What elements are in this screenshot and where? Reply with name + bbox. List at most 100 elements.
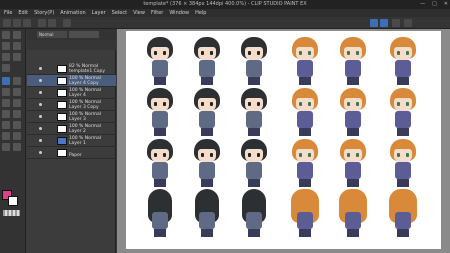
menu-filter[interactable]: Filter xyxy=(151,9,163,17)
eye-icon[interactable] xyxy=(39,139,42,142)
operation-tool-icon[interactable] xyxy=(2,42,10,50)
lasso-tool-icon[interactable] xyxy=(13,53,21,61)
layer-name: Layer 4 Copy xyxy=(69,81,99,86)
eye-icon[interactable] xyxy=(39,67,42,70)
layer-row[interactable]: 100 % Normal Layer 4 xyxy=(27,87,116,99)
snap-grid-icon[interactable] xyxy=(392,19,400,27)
eyedropper-tool-icon[interactable] xyxy=(2,64,10,72)
layer-thumbnail xyxy=(57,149,67,157)
sprite-girl-left-1 xyxy=(286,88,324,138)
layer-row[interactable]: 100 % Normal Layer 3 Copy xyxy=(27,99,116,111)
blend-mode-select[interactable]: Normal xyxy=(37,31,67,38)
ruler-tool-icon[interactable] xyxy=(2,132,10,140)
menu-file[interactable]: File xyxy=(4,9,12,17)
sprite-boy-front-1 xyxy=(141,37,179,87)
brush-tool-icon[interactable] xyxy=(2,88,10,96)
sprite-boy-front-2 xyxy=(188,37,226,87)
eye-icon[interactable] xyxy=(39,91,42,94)
menu-select[interactable]: Select xyxy=(112,9,127,17)
layer-panel: Normal 82 % Normal template1 Copy 100 % … xyxy=(27,29,116,253)
sprite-boy-back-2 xyxy=(188,189,226,239)
snap-ruler-icon[interactable] xyxy=(370,19,378,27)
eye-icon[interactable] xyxy=(39,115,42,118)
balloon-tool-icon[interactable] xyxy=(2,143,10,151)
layer-name: Layer 1 xyxy=(69,141,86,146)
layer-row[interactable]: 82 % Normal template1 Copy xyxy=(27,63,116,75)
sprite-girl-right-2 xyxy=(334,139,372,189)
sprite-girl-right-3 xyxy=(384,139,422,189)
sprite-girl-back-2 xyxy=(334,189,372,239)
layer-row[interactable]: 100 % Normal Layer 4 Copy xyxy=(27,75,116,87)
layer-row[interactable]: Paper xyxy=(27,147,116,159)
sprite-girl-front-2 xyxy=(334,37,372,87)
menu-edit[interactable]: Edit xyxy=(18,9,28,17)
sprite-boy-right-1 xyxy=(141,139,179,189)
window-controls: — □ ✕ xyxy=(420,0,448,9)
airbrush-tool-icon[interactable] xyxy=(13,88,21,96)
gradient-tool-icon[interactable] xyxy=(13,110,21,118)
save-icon[interactable] xyxy=(23,19,31,27)
sprite-girl-right-1 xyxy=(286,139,324,189)
clear-icon[interactable] xyxy=(63,19,71,27)
figure-tool-icon[interactable] xyxy=(2,121,10,129)
layer-name: Layer 2 xyxy=(69,129,86,134)
layer-row[interactable]: 100 % Normal Layer 2 xyxy=(27,123,116,135)
eye-icon[interactable] xyxy=(39,79,42,82)
settings-icon[interactable] xyxy=(404,19,412,27)
minimize-icon[interactable]: — xyxy=(420,0,425,9)
transparent-color-swatch[interactable] xyxy=(3,210,20,216)
open-file-icon[interactable] xyxy=(13,19,21,27)
menu-bar: File Edit Story(P) Animation Layer Selec… xyxy=(0,9,450,17)
opacity-slider[interactable] xyxy=(69,31,99,38)
correct-line-tool-icon[interactable] xyxy=(13,143,21,151)
layer-panel-header: Normal xyxy=(27,29,116,40)
undo-icon[interactable] xyxy=(38,19,46,27)
redo-icon[interactable] xyxy=(48,19,56,27)
sprite-boy-left-1 xyxy=(141,88,179,138)
layer-name: Layer 4 xyxy=(69,93,86,98)
layer-thumbnail xyxy=(57,137,67,145)
new-file-icon[interactable] xyxy=(3,19,11,27)
zoom-tool-icon[interactable] xyxy=(2,31,10,39)
sprite-girl-front-1 xyxy=(286,37,324,87)
menu-window[interactable]: Window xyxy=(169,9,189,17)
layer-row[interactable]: 100 % Normal Layer 1 xyxy=(27,135,116,147)
canvas-area[interactable] xyxy=(117,29,450,253)
layer-name: Layer 3 Copy xyxy=(69,105,99,110)
eye-icon[interactable] xyxy=(39,103,42,106)
text-tool-icon[interactable] xyxy=(13,132,21,140)
fill-tool-icon[interactable] xyxy=(2,110,10,118)
window-title: template* (376 × 384px 144dpi 400.0%) - … xyxy=(143,1,307,7)
frame-tool-icon[interactable] xyxy=(13,121,21,129)
command-bar xyxy=(0,17,450,29)
sprite-boy-right-3 xyxy=(235,139,273,189)
sprite-boy-back-1 xyxy=(141,189,179,239)
menu-help[interactable]: Help xyxy=(195,9,206,17)
move-tool-icon[interactable] xyxy=(13,31,21,39)
selection-tool-icon[interactable] xyxy=(2,53,10,61)
move-layer-tool-icon[interactable] xyxy=(13,42,21,50)
sprite-boy-right-2 xyxy=(188,139,226,189)
sprite-girl-left-2 xyxy=(334,88,372,138)
blend-tool-icon[interactable] xyxy=(13,99,21,107)
drawing-canvas[interactable] xyxy=(126,31,441,249)
pencil-tool-icon[interactable] xyxy=(13,77,21,85)
eye-icon[interactable] xyxy=(39,151,42,154)
snap-guide-icon[interactable] xyxy=(380,19,388,27)
menu-view[interactable]: View xyxy=(133,9,145,17)
eye-icon[interactable] xyxy=(39,127,42,130)
menu-story[interactable]: Story(P) xyxy=(34,9,54,17)
close-icon[interactable]: ✕ xyxy=(444,0,448,9)
eraser-tool-icon[interactable] xyxy=(2,99,10,107)
sub-color-swatch[interactable] xyxy=(8,196,18,206)
maximize-icon[interactable]: □ xyxy=(432,0,437,9)
layer-thumbnail xyxy=(57,89,67,97)
menu-layer[interactable]: Layer xyxy=(92,9,106,17)
clip-studio-window: template* (376 × 384px 144dpi 400.0%) - … xyxy=(0,0,450,253)
sprite-girl-back-1 xyxy=(286,189,324,239)
pen-tool-icon[interactable] xyxy=(2,77,10,85)
layer-row[interactable]: 100 % Normal Layer 3 xyxy=(27,111,116,123)
menu-animation[interactable]: Animation xyxy=(60,9,86,17)
sprite-boy-left-3 xyxy=(235,88,273,138)
sprite-boy-left-2 xyxy=(188,88,226,138)
